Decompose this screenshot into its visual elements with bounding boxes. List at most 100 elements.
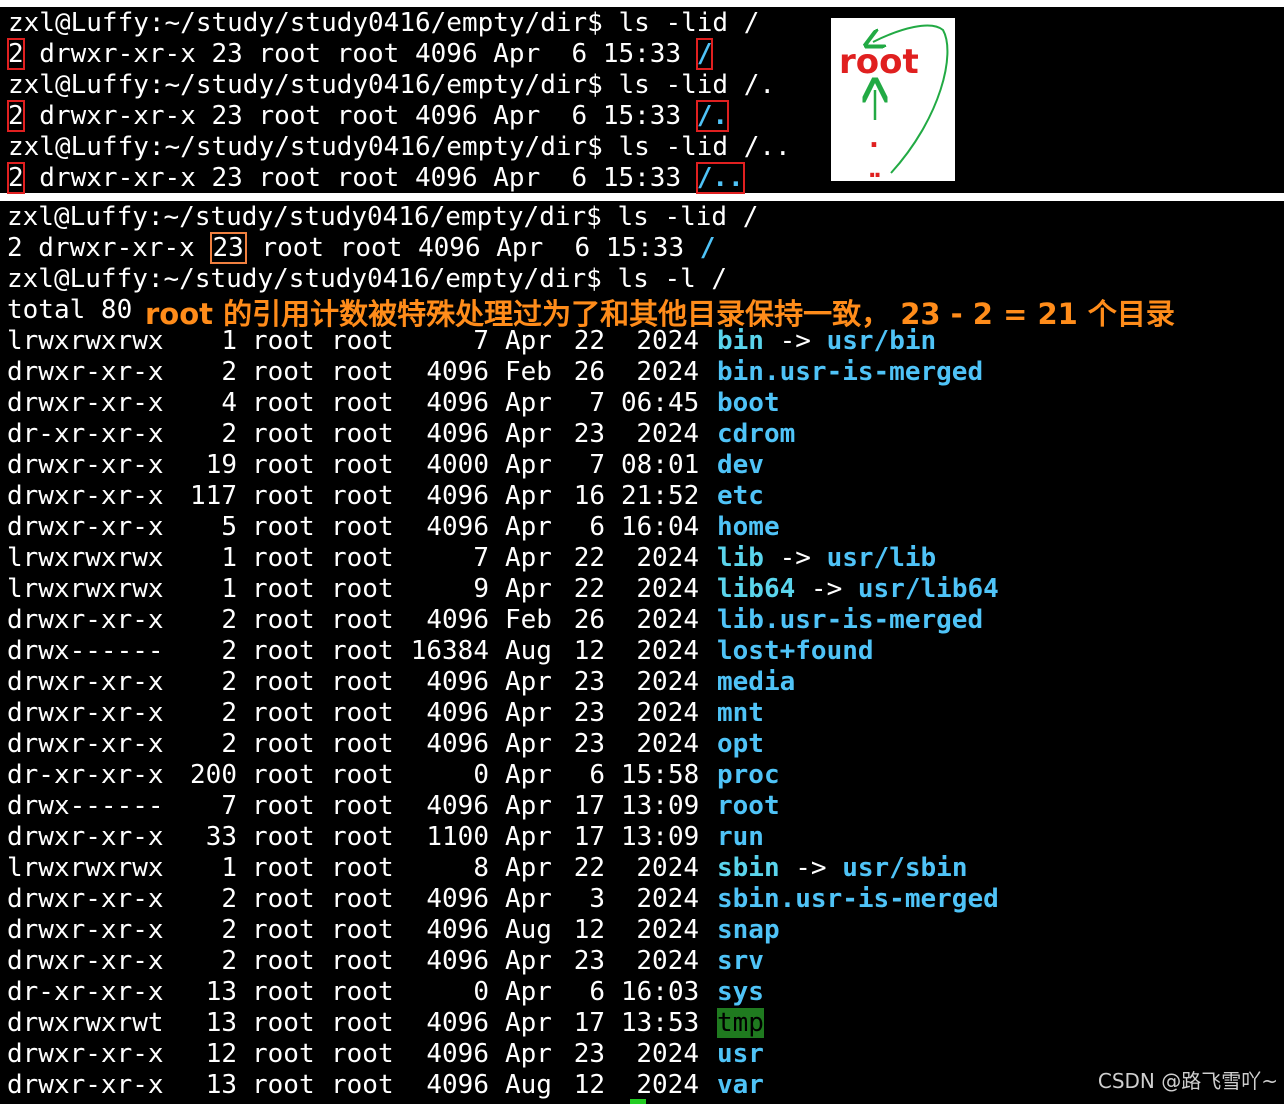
file-size: 4096 (426, 667, 489, 697)
list-item: drwxr-xr-x 12 root root 4096 Apr 23 2024 usr (7, 1039, 764, 1070)
output-text: 2 drwxr-xr-x (7, 233, 211, 263)
entry-name: bin.usr-is-merged (717, 357, 984, 387)
time: 13:09 (621, 822, 700, 852)
entry-name: sbin (717, 853, 780, 883)
link-count: 2 (221, 729, 237, 759)
link-count: 13 (205, 1070, 237, 1100)
list-item: drwxr-xr-x 2 root root 4096 Apr 23 2024 srv (7, 946, 764, 977)
day: 6 (589, 760, 605, 790)
file-size: 7 (473, 543, 489, 573)
link-count: 2 (221, 698, 237, 728)
day: 26 (573, 605, 605, 635)
link-count: 5 (221, 512, 237, 542)
owner: root (252, 760, 315, 790)
list-item: lrwxrwxrwx 1 root root 7 Apr 22 2024 bin -> usr/… (7, 326, 936, 357)
entry-name: media (717, 667, 796, 697)
permissions: drwxr-xr-x (7, 388, 164, 418)
link-count: 1 (221, 574, 237, 604)
entry-name-cell: boot (717, 388, 780, 419)
entry-name-cell: mnt (717, 698, 764, 729)
output-line: 2 drwxr-xr-x 23 root root 4096 Apr 6 15:… (7, 162, 745, 194)
time: 2024 (636, 543, 699, 573)
group: root (331, 450, 394, 480)
list-item: drwxr-xr-x 5 root root 4096 Apr 6 16:04 home (7, 512, 780, 543)
day: 23 (573, 419, 605, 449)
list-item: drwxr-xr-x 19 root root 4000 Apr 7 08:01 dev (7, 450, 764, 481)
owner: root (252, 698, 315, 728)
group: root (331, 543, 394, 573)
permissions: drwxr-xr-x (7, 698, 164, 728)
file-size: 1100 (426, 822, 489, 852)
group: root (331, 667, 394, 697)
group: root (331, 1070, 394, 1100)
month: Apr (505, 977, 552, 1007)
month: Apr (505, 326, 552, 356)
day: 23 (573, 729, 605, 759)
entry-name: sys (717, 977, 764, 1007)
symlink-arrow: -> (763, 543, 827, 573)
owner: root (252, 636, 315, 666)
entry-name: snap (717, 915, 780, 945)
link-count-highlight: 2 (7, 100, 25, 132)
link-count: 200 (190, 760, 237, 790)
group: root (331, 512, 394, 542)
file-size: 4096 (426, 1039, 489, 1069)
diagram-root-label: root (839, 42, 919, 82)
owner: root (252, 1039, 315, 1069)
time: 2024 (636, 357, 699, 387)
link-count: 7 (221, 791, 237, 821)
list-item: lrwxrwxrwx 1 root root 9 Apr 22 2024 lib64 -> us… (7, 574, 999, 605)
link-count: 2 (221, 884, 237, 914)
entry-name: cdrom (717, 419, 796, 449)
owner: root (252, 512, 315, 542)
time: 2024 (636, 574, 699, 604)
total-line: total 80 (7, 295, 132, 326)
time: 2024 (636, 605, 699, 635)
owner: root (252, 388, 315, 418)
prompt-text: zxl@Luffy:~/study/study0416/empty/dir$ l… (7, 264, 728, 294)
time: 2024 (636, 667, 699, 697)
day: 22 (573, 326, 605, 356)
file-size: 0 (473, 760, 489, 790)
group: root (331, 388, 394, 418)
month: Apr (505, 1008, 552, 1038)
file-size: 9 (473, 574, 489, 604)
symlink-target: usr/bin (826, 326, 937, 356)
command-line: zxl@Luffy:~/study/study0416/empty/dir$ l… (8, 132, 791, 163)
time: 13:53 (621, 1008, 700, 1038)
entry-name: lost+found (717, 636, 874, 666)
group: root (331, 884, 394, 914)
file-size: 4096 (426, 729, 489, 759)
time: 21:52 (621, 481, 700, 511)
entry-name: srv (717, 946, 764, 976)
entry-name-cell: lib.usr-is-merged (717, 605, 983, 636)
month: Feb (505, 605, 552, 635)
list-item: drwxr-xr-x 2 root root 4096 Apr 3 2024 sbin.usr-… (7, 884, 999, 915)
symlink-target: usr/lib (826, 543, 937, 573)
file-size: 4096 (426, 419, 489, 449)
time: 16:04 (621, 512, 700, 542)
permissions: drwxr-xr-x (7, 450, 164, 480)
owner: root (252, 729, 315, 759)
owner: root (252, 574, 315, 604)
month: Apr (505, 760, 552, 790)
month: Aug (505, 915, 552, 945)
command-line: zxl@Luffy:~/study/study0416/empty/dir$ l… (7, 264, 727, 295)
file-size: 4096 (426, 1008, 489, 1038)
group: root (331, 636, 394, 666)
month: Apr (505, 946, 552, 976)
entry-name: tmp (717, 1008, 764, 1038)
permissions: drwxr-xr-x (7, 357, 164, 387)
entry-name-cell: sbin -> usr/sbin (717, 853, 967, 884)
time: 13:09 (621, 791, 700, 821)
time: 15:58 (621, 760, 700, 790)
owner: root (252, 791, 315, 821)
list-item: drwxr-xr-x 2 root root 4096 Apr 23 2024 mnt (7, 698, 764, 729)
entry-name: lib (717, 543, 764, 573)
list-item: drwxr-xr-x 33 root root 1100 Apr 17 13:09 run (7, 822, 764, 853)
group: root (331, 760, 394, 790)
entry-name-cell: dev (717, 450, 764, 481)
permissions: lrwxrwxrwx (7, 543, 164, 573)
output-text: root root 4096 Apr 6 15:33 (245, 233, 700, 263)
list-item: drwxr-xr-x 2 root root 4096 Feb 26 2024 lib.usr-… (7, 605, 983, 636)
